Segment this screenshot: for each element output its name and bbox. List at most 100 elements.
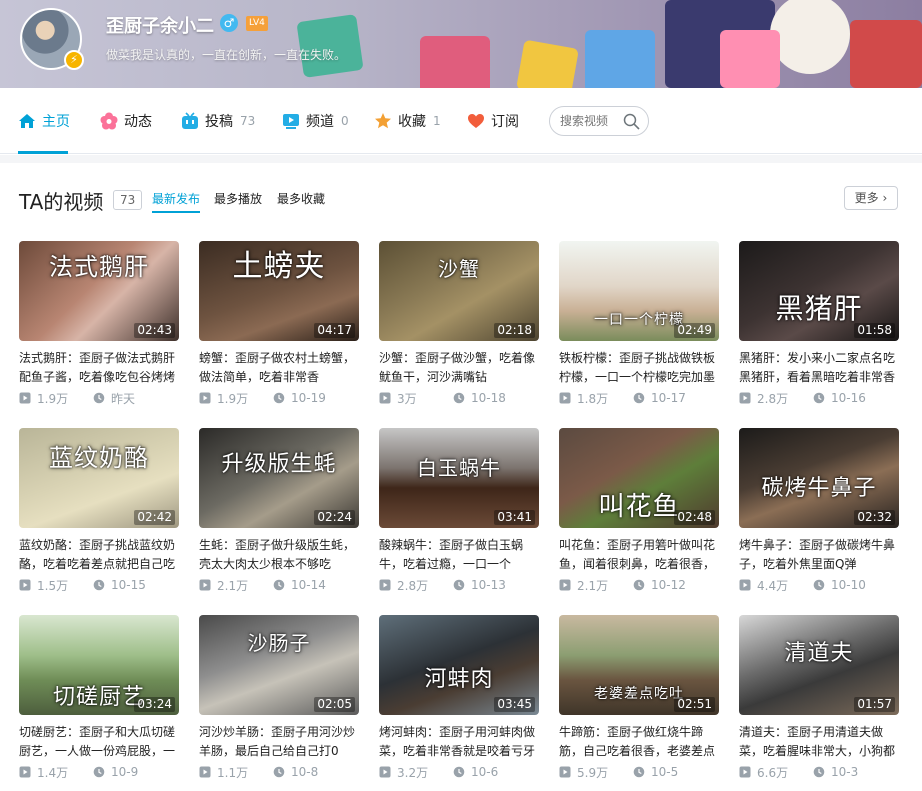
- heart-icon: [467, 112, 485, 130]
- clock-icon: [813, 392, 825, 404]
- clock-icon: [453, 766, 465, 778]
- video-title[interactable]: 法式鹅肝：歪厨子做法式鹅肝配鱼子酱，吃着像吃包谷烤烤: [19, 349, 179, 387]
- video-title[interactable]: 烤牛鼻子：歪厨子做碳烤牛鼻子，吃着外焦里面Q弹: [739, 536, 899, 574]
- video-card[interactable]: 土螃夹 04:17 螃蟹：歪厨子做农村土螃蟹，做法简单，吃着非常香 1.9万 10-19: [199, 241, 359, 406]
- gift-box-decoration: [420, 36, 490, 88]
- video-title[interactable]: 酸辣蜗牛：歪厨子做白玉蜗牛，吃着过瘾，一口一个: [379, 536, 539, 574]
- video-title[interactable]: 螃蟹：歪厨子做农村土螃蟹，做法简单，吃着非常香: [199, 349, 359, 387]
- clock-icon: [93, 579, 105, 591]
- video-meta: 2.8万 10-13: [379, 577, 539, 593]
- tab-home-label: 主页: [42, 114, 70, 130]
- play-count: 1.5万: [37, 578, 69, 593]
- video-title[interactable]: 牛蹄筋：歪厨子做红烧牛蹄筋，自己吃着很香，老婆差点: [559, 723, 719, 761]
- video-thumbnail[interactable]: 白玉蜗牛 03:41: [379, 428, 539, 528]
- video-duration: 01:57: [854, 697, 895, 712]
- video-card[interactable]: 白玉蜗牛 03:41 酸辣蜗牛：歪厨子做白玉蜗牛，吃着过瘾，一口一个 2.8万 10-1…: [379, 428, 539, 593]
- play-count: 3万: [397, 391, 417, 406]
- flower-icon: [100, 112, 118, 130]
- video-title[interactable]: 清道夫：歪厨子用清道夫做菜，吃着腥味非常大，小狗都: [739, 723, 899, 761]
- clock-icon: [453, 579, 465, 591]
- play-count-icon: [379, 392, 391, 404]
- thumbnail-caption: 河蚌肉: [424, 667, 494, 692]
- video-card[interactable]: 升级版生蚝 02:24 生蚝：歪厨子做升级版生蚝，壳太大肉太少根本不够吃 2.1万 10…: [199, 428, 359, 593]
- play-count-icon: [19, 766, 31, 778]
- publish-date: 昨天: [111, 391, 136, 406]
- play-count-icon: [739, 579, 751, 591]
- tab-favorites[interactable]: 收藏 1: [374, 88, 441, 154]
- male-gender-icon: ♂: [220, 14, 238, 32]
- video-title[interactable]: 黑猪肝：发小来小二家点名吃黑猪肝，看着黑暗吃着非常香: [739, 349, 899, 387]
- play-count: 1.4万: [37, 765, 69, 780]
- video-card[interactable]: 河蚌肉 03:45 烤河蚌肉：歪厨子用河蚌肉做菜，吃着非常香就是咬着亏牙 3.2万 10…: [379, 615, 539, 780]
- video-card[interactable]: 碳烤牛鼻子 02:32 烤牛鼻子：歪厨子做碳烤牛鼻子，吃着外焦里面Q弹 4.4万 10-…: [739, 428, 899, 593]
- more-button[interactable]: 更多 ›: [844, 186, 898, 210]
- play-count-icon: [379, 579, 391, 591]
- video-card[interactable]: 黑猪肝 01:58 黑猪肝：发小来小二家点名吃黑猪肝，看着黑暗吃着非常香 2.8万 10…: [739, 241, 899, 406]
- play-count-icon: [559, 579, 571, 591]
- gift-box-decoration: [516, 39, 579, 88]
- video-card[interactable]: 沙蟹 02:18 沙蟹：歪厨子做沙蟹，吃着像鱿鱼干，河沙满嘴钻 3万 10-18: [379, 241, 539, 406]
- video-thumbnail[interactable]: 蓝纹奶酪 02:42: [19, 428, 179, 528]
- video-thumbnail[interactable]: 土螃夹 04:17: [199, 241, 359, 341]
- video-title[interactable]: 叫花鱼：歪厨子用箬叶做叫花鱼，闻着很刺鼻，吃着很香，: [559, 536, 719, 574]
- video-card[interactable]: 老婆差点吃吐 02:51 牛蹄筋：歪厨子做红烧牛蹄筋，自己吃着很香，老婆差点 5.9万…: [559, 615, 719, 780]
- video-card[interactable]: 蓝纹奶酪 02:42 蓝纹奶酪：歪厨子挑战蓝纹奶酪，吃着吃着差点就把自己吃 1.5万 1…: [19, 428, 179, 593]
- play-count: 2.1万: [577, 578, 609, 593]
- video-title[interactable]: 河沙炒羊肠：歪厨子用河沙炒羊肠，最后自己给自己打0: [199, 723, 359, 761]
- gift-box-decoration: [585, 30, 655, 88]
- video-title[interactable]: 切磋厨艺：歪厨子和大瓜切磋厨艺，一人做一份鸡屁股，一: [19, 723, 179, 761]
- publish-date: 10-14: [291, 578, 326, 592]
- play-count: 2.1万: [217, 578, 249, 593]
- section-title: TA的视频: [19, 190, 104, 214]
- tab-subscriptions[interactable]: 订阅: [467, 88, 519, 154]
- publish-date: 10-10: [831, 578, 866, 592]
- video-thumbnail[interactable]: 法式鹅肝 02:43: [19, 241, 179, 341]
- video-title[interactable]: 铁板柠檬：歪厨子挑战做铁板柠檬，一口一个柠檬吃完加墨: [559, 349, 719, 387]
- video-thumbnail[interactable]: 沙肠子 02:05: [199, 615, 359, 715]
- play-count: 4.4万: [757, 578, 789, 593]
- username: 歪厨子余小二: [106, 16, 214, 37]
- publish-date: 10-17: [651, 391, 686, 405]
- video-thumbnail[interactable]: 河蚌肉 03:45: [379, 615, 539, 715]
- video-thumbnail[interactable]: 沙蟹 02:18: [379, 241, 539, 341]
- tab-dynamic-label: 动态: [124, 114, 152, 130]
- video-search-box[interactable]: [549, 106, 649, 136]
- video-thumbnail[interactable]: 升级版生蚝 02:24: [199, 428, 359, 528]
- tab-home[interactable]: 主页: [18, 88, 70, 154]
- video-title[interactable]: 生蚝：歪厨子做升级版生蚝，壳太大肉太少根本不够吃: [199, 536, 359, 574]
- video-thumbnail[interactable]: 一口一个柠檬 02:49: [559, 241, 719, 341]
- video-card[interactable]: 叫花鱼 02:48 叫花鱼：歪厨子用箬叶做叫花鱼，闻着很刺鼻，吃着很香， 2.1万 10…: [559, 428, 719, 593]
- video-title[interactable]: 蓝纹奶酪：歪厨子挑战蓝纹奶酪，吃着吃着差点就把自己吃: [19, 536, 179, 574]
- video-thumbnail[interactable]: 碳烤牛鼻子 02:32: [739, 428, 899, 528]
- sort-most-played-tab[interactable]: 最多播放: [214, 190, 262, 207]
- video-thumbnail[interactable]: 老婆差点吃吐 02:51: [559, 615, 719, 715]
- tab-favorites-label: 收藏: [398, 114, 426, 130]
- video-card[interactable]: 切磋厨艺 03:24 切磋厨艺：歪厨子和大瓜切磋厨艺，一人做一份鸡屁股，一 1.4万 1…: [19, 615, 179, 780]
- video-card[interactable]: 沙肠子 02:05 河沙炒羊肠：歪厨子用河沙炒羊肠，最后自己给自己打0 1.1万 10-…: [199, 615, 359, 780]
- video-card[interactable]: 法式鹅肝 02:43 法式鹅肝：歪厨子做法式鹅肝配鱼子酱，吃着像吃包谷烤烤 1.9万 昨…: [19, 241, 179, 406]
- video-thumbnail[interactable]: 清道夫 01:57: [739, 615, 899, 715]
- verified-badge-icon: ⚡: [64, 50, 84, 70]
- play-count: 1.8万: [577, 391, 609, 406]
- play-count-icon: [559, 766, 571, 778]
- star-icon: [374, 112, 392, 130]
- tab-submissions[interactable]: 投稿 73: [181, 88, 255, 154]
- tab-channel-count: 0: [341, 114, 349, 128]
- sort-latest-tab[interactable]: 最新发布: [152, 190, 201, 213]
- profile-signature[interactable]: 做菜我是认真的，一直在创新，一直在失败。: [106, 46, 346, 63]
- sort-most-favorited-tab[interactable]: 最多收藏: [277, 190, 325, 207]
- search-icon[interactable]: [623, 113, 640, 130]
- video-title[interactable]: 沙蟹：歪厨子做沙蟹，吃着像鱿鱼干，河沙满嘴钻: [379, 349, 539, 387]
- tab-channel[interactable]: 频道 0: [282, 88, 349, 154]
- search-input[interactable]: [560, 114, 620, 128]
- video-thumbnail[interactable]: 切磋厨艺 03:24: [19, 615, 179, 715]
- video-duration: 02:32: [854, 510, 895, 525]
- tab-dynamic[interactable]: 动态: [100, 88, 152, 154]
- video-thumbnail[interactable]: 叫花鱼 02:48: [559, 428, 719, 528]
- video-title[interactable]: 烤河蚌肉：歪厨子用河蚌肉做菜，吃着非常香就是咬着亏牙: [379, 723, 539, 761]
- play-count-icon: [199, 766, 211, 778]
- video-card[interactable]: 一口一个柠檬 02:49 铁板柠檬：歪厨子挑战做铁板柠檬，一口一个柠檬吃完加墨 1.8…: [559, 241, 719, 406]
- video-card[interactable]: 清道夫 01:57 清道夫：歪厨子用清道夫做菜，吃着腥味非常大，小狗都 6.6万 10-…: [739, 615, 899, 780]
- video-thumbnail[interactable]: 黑猪肝 01:58: [739, 241, 899, 341]
- clock-icon: [813, 579, 825, 591]
